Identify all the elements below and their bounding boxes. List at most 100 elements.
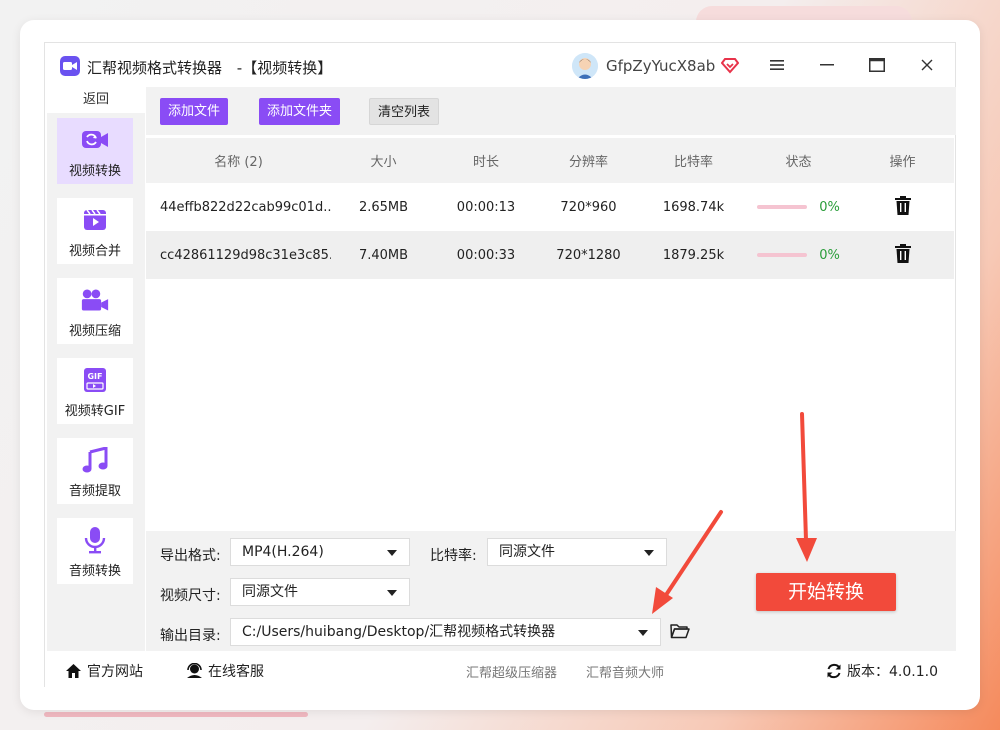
video-size-label: 视频尺寸: — [160, 588, 221, 604]
menu-icon[interactable] — [767, 55, 787, 75]
version-label: 版本：4.0.1.0 — [847, 664, 938, 680]
header-duration[interactable]: 时长 — [436, 151, 536, 170]
trash-icon[interactable] — [894, 243, 911, 267]
file-bitrate: 1879.25k — [662, 247, 725, 263]
video-size-select[interactable]: 同源文件 — [230, 578, 410, 606]
sidebar-item-video-merge[interactable]: 视频合并 — [57, 198, 133, 264]
close-icon[interactable] — [917, 55, 937, 75]
app-title: 汇帮视频格式转换器 -【视频转换】 — [87, 57, 332, 78]
file-duration: 00:00:33 — [456, 247, 516, 263]
online-support-label: 在线客服 — [208, 664, 264, 680]
super-compressor-link[interactable]: 汇帮超级压缩器 — [466, 662, 557, 681]
add-file-button[interactable]: 添加文件 — [160, 98, 229, 125]
file-actions — [851, 195, 954, 219]
sidebar-item-video-to-gif[interactable]: GIF 视频转GIF — [57, 358, 133, 424]
video-compress-icon — [81, 286, 109, 314]
bitrate-label: 比特率: — [430, 548, 477, 564]
sidebar-item-video-convert[interactable]: 视频转换 — [57, 118, 133, 184]
audio-master-link[interactable]: 汇帮音频大师 — [586, 662, 664, 681]
file-name: 44effb822d22cab99c01d... — [160, 199, 331, 215]
sidebar-item-label: 视频压缩 — [68, 324, 121, 339]
minimize-icon[interactable] — [817, 55, 837, 75]
microphone-icon — [81, 526, 109, 554]
video-merge-icon — [81, 206, 109, 234]
background-decoration-line — [44, 712, 308, 717]
sidebar-item-audio-extract[interactable]: 音频提取 — [57, 438, 133, 504]
file-size: 7.40MB — [358, 247, 409, 263]
gif-icon: GIF — [81, 366, 109, 394]
video-size-value: 同源文件 — [242, 584, 298, 600]
version-info[interactable]: 版本：4.0.1.0 — [826, 661, 938, 681]
format-value: MP4(H.264) — [242, 544, 324, 560]
chevron-down-icon — [387, 550, 397, 556]
format-label: 导出格式: — [160, 548, 221, 564]
progress-percent: 0% — [819, 247, 840, 263]
sidebar-item-label: 音频提取 — [68, 484, 121, 499]
sidebar-item-label: 视频转GIF — [64, 404, 126, 419]
music-note-icon — [81, 446, 109, 474]
chevron-down-icon — [638, 630, 648, 636]
file-table: 名称 (2) 大小 时长 分辨率 比特率 状态 操作 44effb822d22c… — [146, 138, 954, 279]
file-bitrate: 1698.74k — [662, 199, 725, 215]
sidebar-item-label: 音频转换 — [68, 564, 121, 579]
app-window: 汇帮视频格式转换器 -【视频转换】 GfpZyYucX8ab 返回 视频转换 视… — [44, 42, 957, 688]
output-dir-value: C:/Users/huibang/Desktop/汇帮视频格式转换器 — [242, 624, 556, 640]
output-dir-label: 输出目录: — [160, 628, 221, 644]
file-status: 0% — [746, 200, 851, 215]
sidebar-item-video-compress[interactable]: 视频压缩 — [57, 278, 133, 344]
sidebar-item-label: 视频合并 — [68, 244, 121, 259]
header-bitrate[interactable]: 比特率 — [641, 151, 746, 170]
folder-open-icon[interactable] — [670, 623, 690, 639]
home-icon — [66, 664, 81, 678]
sidebar: 返回 视频转换 视频合并 视频压缩 GIF 视频转GIF 音频提取 音频转换 — [47, 87, 145, 651]
file-size: 2.65MB — [358, 199, 409, 215]
video-convert-icon — [81, 126, 109, 154]
sidebar-item-label: 视频转换 — [68, 164, 121, 179]
bitrate-value: 同源文件 — [499, 544, 555, 560]
format-select[interactable]: MP4(H.264) — [230, 538, 410, 566]
file-resolution: 720*1280 — [556, 247, 621, 263]
sidebar-item-audio-convert[interactable]: 音频转换 — [57, 518, 133, 584]
clear-list-button[interactable]: 清空列表 — [369, 98, 440, 125]
avatar[interactable] — [572, 53, 598, 79]
headset-icon — [187, 663, 202, 678]
online-support-link[interactable]: 在线客服 — [186, 661, 264, 681]
back-button[interactable]: 返回 — [47, 87, 145, 113]
output-settings-panel: 导出格式: MP4(H.264) 比特率: 同源文件 视频尺寸: 同源文件 输出… — [146, 531, 956, 651]
header-action: 操作 — [889, 155, 916, 170]
table-row[interactable]: cc42861129d98c31e3c85... 7.40MB 00:00:33… — [146, 231, 954, 279]
app-name: 汇帮视频格式转换器 — [87, 59, 223, 77]
footer: 官方网站 在线客服 汇帮超级压缩器 汇帮音频大师 版本：4.0.1.0 — [45, 651, 957, 688]
progress-bar — [757, 205, 808, 209]
header-status: 状态 — [785, 155, 812, 170]
file-actions — [851, 243, 954, 267]
output-dir-select[interactable]: C:/Users/huibang/Desktop/汇帮视频格式转换器 — [230, 618, 661, 646]
start-convert-button[interactable]: 开始转换 — [756, 573, 896, 611]
chevron-down-icon — [644, 550, 654, 556]
official-website-link[interactable]: 官方网站 — [65, 661, 143, 681]
file-resolution: 720*960 — [560, 199, 617, 215]
username[interactable]: GfpZyYucX8ab — [606, 57, 715, 75]
svg-text:GIF: GIF — [87, 372, 102, 381]
file-name: cc42861129d98c31e3c85... — [160, 247, 331, 263]
trash-icon[interactable] — [894, 195, 911, 219]
app-mode: -【视频转换】 — [236, 59, 333, 77]
toolbar: 添加文件 添加文件夹 清空列表 — [146, 87, 956, 135]
bitrate-select[interactable]: 同源文件 — [487, 538, 667, 566]
chevron-down-icon — [387, 590, 397, 596]
progress-bar — [757, 253, 808, 257]
header-size[interactable]: 大小 — [331, 151, 436, 170]
table-header: 名称 (2) 大小 时长 分辨率 比特率 状态 操作 — [146, 138, 954, 183]
table-row[interactable]: 44effb822d22cab99c01d... 2.65MB 00:00:13… — [146, 183, 954, 231]
official-website-label: 官方网站 — [87, 664, 143, 680]
title-bar: 汇帮视频格式转换器 -【视频转换】 GfpZyYucX8ab — [45, 43, 957, 87]
header-name[interactable]: 名称 (2) — [146, 151, 331, 170]
header-resolution[interactable]: 分辨率 — [536, 151, 641, 170]
maximize-icon[interactable] — [867, 55, 887, 75]
file-duration: 00:00:13 — [456, 199, 516, 215]
vip-diamond-icon[interactable] — [720, 56, 740, 74]
refresh-icon — [827, 663, 841, 679]
add-folder-button[interactable]: 添加文件夹 — [259, 98, 341, 125]
progress-percent: 0% — [819, 199, 840, 215]
file-status: 0% — [746, 248, 851, 263]
